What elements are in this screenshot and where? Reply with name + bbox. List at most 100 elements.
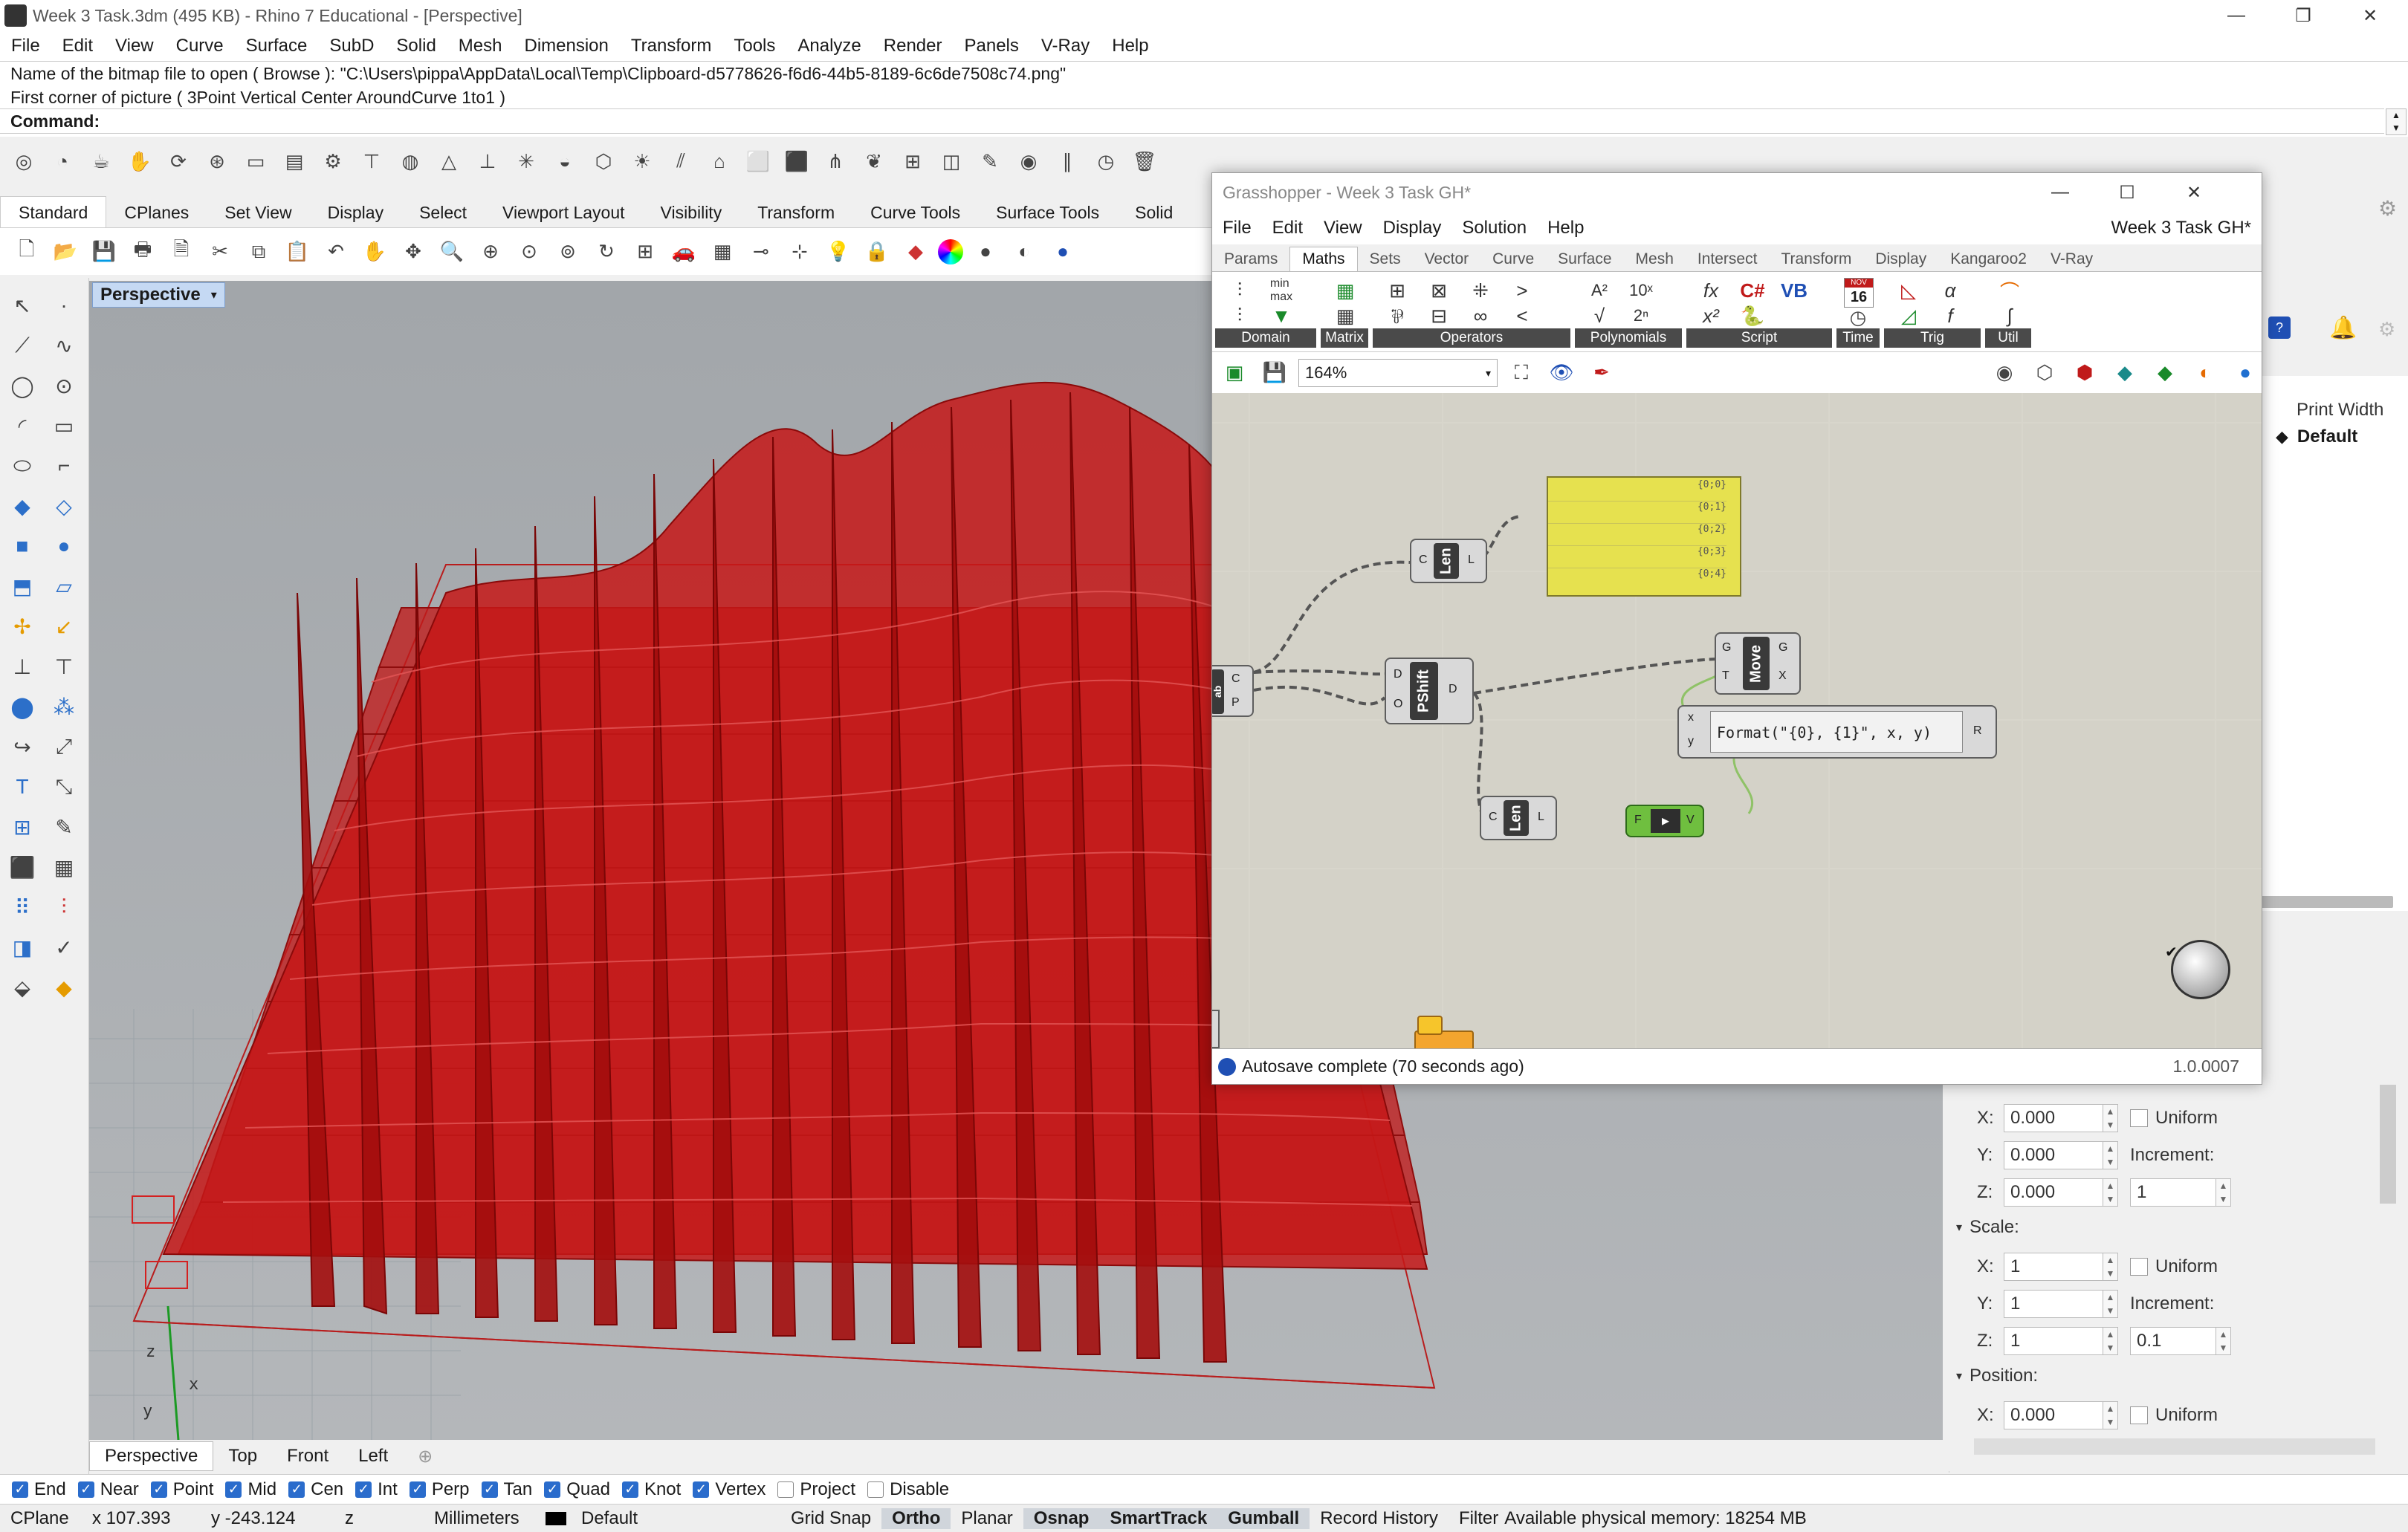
grid-icon[interactable]: ⊞ xyxy=(896,145,929,178)
circle-dot-icon[interactable]: ⊙ xyxy=(45,366,83,406)
zoom-icon[interactable]: 🔍 xyxy=(436,236,468,268)
material-ball-icon[interactable]: ● xyxy=(969,236,1002,268)
extrude-icon[interactable]: ⬒ xyxy=(3,566,42,606)
command-scrollbar[interactable]: ▲ ▼ xyxy=(2386,108,2407,135)
hand-icon[interactable]: ✋ xyxy=(123,145,156,178)
green-material-icon[interactable]: ◆ xyxy=(2149,357,2181,389)
triangle-icon[interactable]: △ xyxy=(433,145,465,178)
transform-icon[interactable]: ⤡ xyxy=(45,767,83,807)
selected-icon[interactable]: ◆ xyxy=(2108,357,2141,389)
status-layer[interactable]: Default xyxy=(535,1508,780,1529)
zoom-extents-icon[interactable]: ⛶ xyxy=(1505,357,1538,389)
status-filter[interactable]: Filter xyxy=(1449,1508,1501,1529)
menu-panels[interactable]: Panels xyxy=(953,36,1029,56)
division-icon[interactable]: ⅌ xyxy=(1377,303,1417,328)
star-icon[interactable]: ✳ xyxy=(510,145,543,178)
trash-icon[interactable]: 🗑 xyxy=(1128,145,1161,178)
copy-icon[interactable]: ⧉ xyxy=(242,236,275,268)
rotate-icon[interactable]: ↻ xyxy=(590,236,623,268)
settings-icon[interactable]: ⚙ xyxy=(317,145,349,178)
rotation-x-input[interactable]: 0.000 xyxy=(2004,1104,2103,1132)
osnap-int[interactable]: ✓ Int xyxy=(355,1479,398,1500)
gh-menu-solution[interactable]: Solution xyxy=(1451,218,1537,238)
calendar-icon[interactable]: NOV 16 xyxy=(1844,278,1874,308)
align-icon[interactable]: ⫶ xyxy=(45,887,83,927)
edit-pen-icon[interactable]: ✎ xyxy=(45,807,83,847)
menu-transform[interactable]: Transform xyxy=(620,36,722,56)
smaller-than-icon[interactable]: < xyxy=(1502,303,1542,328)
zoom-selected-icon[interactable]: ⊚ xyxy=(551,236,584,268)
solid-sphere-icon[interactable]: ● xyxy=(45,526,83,566)
status-cplane[interactable]: CPlane xyxy=(0,1508,82,1529)
gh-node-pshift[interactable]: D O PShift D xyxy=(1385,658,1474,724)
notification-bell-icon[interactable]: 🔔 xyxy=(2329,315,2357,341)
horizontal-scrollbar[interactable] xyxy=(2261,896,2393,908)
status-record-history[interactable]: Record History xyxy=(1310,1508,1449,1529)
osnap-mid[interactable]: ✓ Mid xyxy=(225,1479,276,1500)
preview-mode-icon[interactable]: ◉ xyxy=(1988,357,2021,389)
select-arrow-icon[interactable]: ↖ xyxy=(3,285,42,325)
spin-arrows[interactable]: ▲ ▼ xyxy=(2103,1253,2118,1281)
edit-icon[interactable]: ✎ xyxy=(974,145,1006,178)
gh-tab-vector[interactable]: Vector xyxy=(1413,247,1481,271)
pan-icon[interactable]: ✋ xyxy=(358,236,391,268)
lines-icon[interactable]: ∥ xyxy=(1051,145,1084,178)
osnap-perp[interactable]: ✓ Perp xyxy=(409,1479,470,1500)
gh-node-len[interactable]: C Len L xyxy=(1480,796,1557,840)
menu-mesh[interactable]: Mesh xyxy=(447,36,514,56)
osnap-quad[interactable]: ✓ Quad xyxy=(544,1479,610,1500)
domain2-icon[interactable]: ⫶ xyxy=(1220,303,1260,328)
gh-node-toggle[interactable]: F ▸ V xyxy=(1625,805,1704,837)
page-icon[interactable]: 🗎 xyxy=(165,236,198,268)
new-file-icon[interactable]: 🗋 xyxy=(10,236,43,268)
scale-y-input[interactable]: 1 xyxy=(2004,1290,2103,1318)
tab-cplanes[interactable]: CPlanes xyxy=(106,197,207,229)
osnap-end[interactable]: ✓ End xyxy=(12,1479,66,1500)
pin-icon[interactable]: ⊥ xyxy=(471,145,504,178)
rotation-z-input[interactable]: 0.000 xyxy=(2004,1178,2103,1207)
block-icon[interactable]: ⬛ xyxy=(3,847,42,887)
sketch-icon[interactable]: ✒ xyxy=(1585,357,1618,389)
osnap-cen[interactable]: ✓ Cen xyxy=(288,1479,343,1500)
tab-visibility[interactable]: Visibility xyxy=(643,197,740,229)
tab-standard[interactable]: Standard xyxy=(0,196,107,229)
check-icon[interactable]: ✓ xyxy=(45,927,83,967)
rotate-view-icon[interactable]: ⟳ xyxy=(162,145,195,178)
collapse-chevron-icon[interactable]: ▾ xyxy=(1956,1369,1962,1383)
bell-curve-icon[interactable]: ⌒ xyxy=(1990,278,2030,303)
tab-surface-tools[interactable]: Surface Tools xyxy=(978,197,1117,229)
car-icon[interactable]: 🚗 xyxy=(667,236,700,268)
dimension2-icon[interactable]: ⊤ xyxy=(45,646,83,687)
spin-arrows[interactable]: ▲ ▼ xyxy=(2216,1178,2231,1207)
clock-icon[interactable]: ◷ xyxy=(1839,306,1877,328)
globe-icon[interactable]: ◉ xyxy=(1012,145,1045,178)
gh-menu-view[interactable]: View xyxy=(1313,218,1373,238)
spin-arrows[interactable]: ▲ ▼ xyxy=(2103,1401,2118,1429)
menu-help[interactable]: Help xyxy=(1101,36,1159,56)
solid-box-icon[interactable]: ■ xyxy=(3,526,42,566)
paint-tool-icon[interactable]: ◔ xyxy=(46,145,79,178)
sun-icon[interactable]: ☀ xyxy=(626,145,658,178)
gh-node-partial-bottom[interactable] xyxy=(1212,1010,1220,1048)
layers-icon[interactable]: ◆ xyxy=(899,236,932,268)
menu-analyze[interactable]: Analyze xyxy=(786,36,872,56)
menu-tools[interactable]: Tools xyxy=(722,36,786,56)
scale-increment-input[interactable]: 0.1 xyxy=(2130,1327,2216,1355)
gh-tab-sets[interactable]: Sets xyxy=(1358,247,1413,271)
render-mesh-icon[interactable]: ◆ xyxy=(45,967,83,1007)
vertical-scrollbar[interactable] xyxy=(2380,1085,2396,1204)
clock-icon[interactable]: ◷ xyxy=(1090,145,1122,178)
ring-icon[interactable]: ◍ xyxy=(394,145,427,178)
gh-node-len[interactable]: C Len L xyxy=(1410,539,1487,583)
scale-icon[interactable]: ⤢ xyxy=(45,727,83,767)
menu-view[interactable]: View xyxy=(104,36,165,56)
paste-icon[interactable]: 📋 xyxy=(281,236,314,268)
gh-tab-display[interactable]: Display xyxy=(1863,247,1938,271)
power-of-ten-icon[interactable]: 10ˣ xyxy=(1621,278,1661,303)
gh-tab-params[interactable]: Params xyxy=(1212,247,1289,271)
cut-icon[interactable]: ✂ xyxy=(204,236,236,268)
dome-icon[interactable]: ◒ xyxy=(548,145,581,178)
spin-arrows[interactable]: ▲ ▼ xyxy=(2103,1104,2118,1132)
rotation-increment-input[interactable]: 1 xyxy=(2130,1178,2216,1207)
gh-node-move[interactable]: G T Move G X xyxy=(1715,632,1801,695)
